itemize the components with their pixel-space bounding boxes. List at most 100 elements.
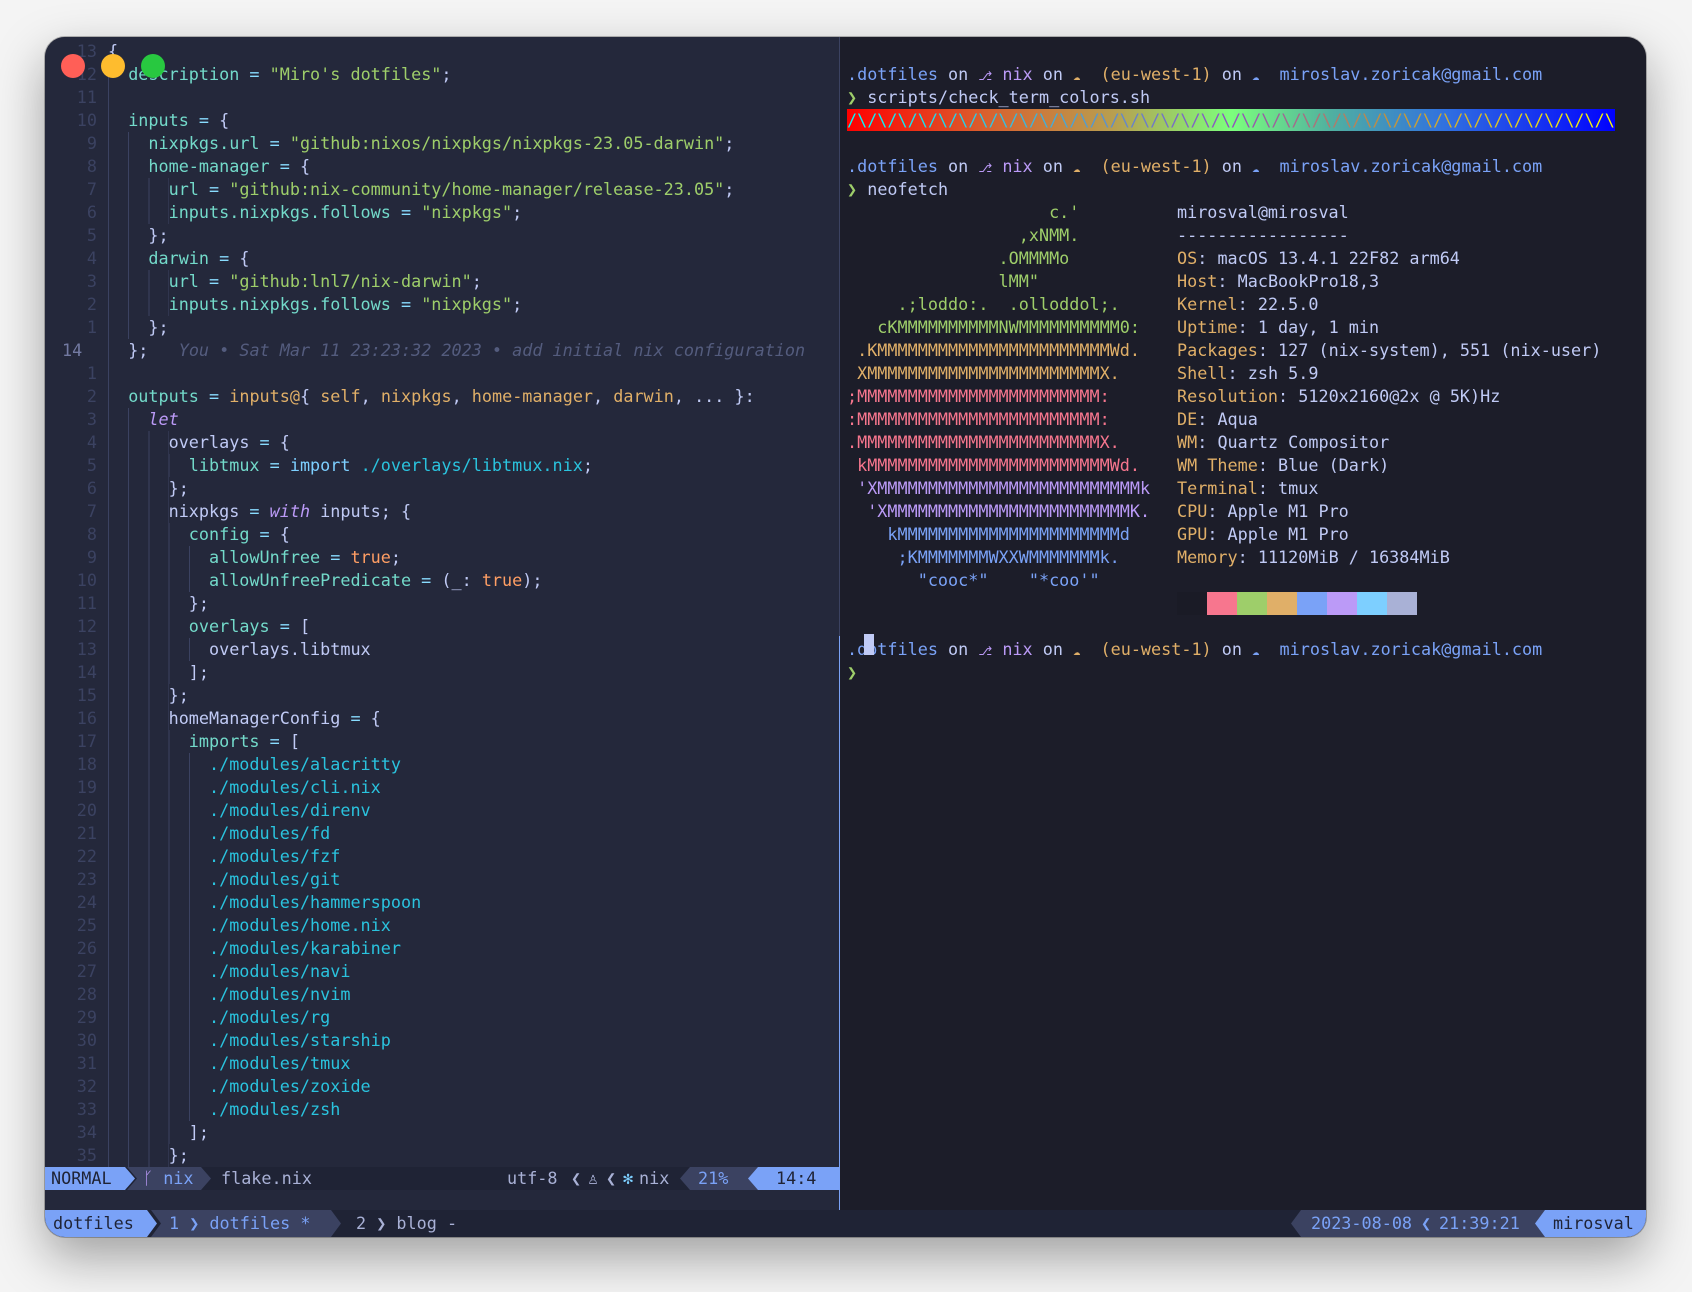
code-token: ./modules/fzf [209,846,341,866]
code-line[interactable]: 25 ./modules/home.nix [45,914,839,937]
code-line[interactable]: 31 ./modules/tmux [45,1052,839,1075]
code-line[interactable]: 11}; [45,592,839,615]
code-token: ./modules/home.nix [209,915,391,935]
code-line[interactable]: 28 ./modules/nvim [45,983,839,1006]
code-token: , [360,386,381,406]
code-line[interactable]: 17 imports = [ [45,730,839,753]
indent-guides [108,224,149,247]
code-line[interactable]: 27 ./modules/navi [45,960,839,983]
neofetch-logo-line: .MMMMMMMMMMMMMMMMMMMMMMMMX. [847,432,1120,452]
code-text: inputs.nixpkgs.follows = "nixpkgs"; [108,293,522,316]
code-line[interactable]: 13 overlays.libtmux [45,638,839,661]
prompt-aws-region: (eu-west-1) [1100,156,1212,176]
code-line[interactable]: 3 url = "github:lnl7/nix-darwin"; [45,270,839,293]
code-line[interactable]: 10 inputs = { [45,109,839,132]
indent-guides [108,983,209,1006]
code-line[interactable]: 1 [45,362,839,385]
code-line[interactable]: 9 nixpkgs.url = "github:nixos/nixpkgs/nix… [45,132,839,155]
code-line[interactable]: 26 ./modules/karabiner [45,937,839,960]
code-line[interactable]: 33 ./modules/zsh [45,1098,839,1121]
code-line[interactable]: 10 allowUnfreePredicate = (_: true); [45,569,839,592]
code-line[interactable]: 14}; You • Sat Mar 11 23:23:32 2023 • ad… [45,339,839,362]
code-line[interactable]: 2 inputs.nixpkgs.follows = "nixpkgs"; [45,293,839,316]
code-text: ./modules/starship [108,1029,391,1052]
code-line[interactable]: 18 ./modules/alacritty [45,753,839,776]
code-token: = [249,524,280,544]
code-token: }; [188,593,210,613]
code-line[interactable]: 13{ [45,40,839,63]
code-token: ./modules/rg [209,1007,331,1027]
code-line[interactable]: 19 ./modules/cli.nix [45,776,839,799]
code-token: ./modules/tmux [209,1053,351,1073]
palette-swatch [1327,592,1357,615]
code-line[interactable]: 29 ./modules/rg [45,1006,839,1029]
code-line[interactable]: 20 ./modules/direnv [45,799,839,822]
shell-prompt: .dotfiles on ⎇ nix on ☁ (eu-west-1) on ☁… [847,63,1542,86]
code-text: ./modules/nvim [108,983,350,1006]
code-line[interactable]: 22 ./modules/fzf [45,845,839,868]
line-number: 14 [76,662,97,682]
git-branch-icon: ⎇ [978,644,993,658]
code-text: ./modules/zsh [108,1098,340,1121]
code-line[interactable]: 8 config = { [45,523,839,546]
code-token: ; [582,455,593,475]
code-line[interactable]: 24 ./modules/hammerspoon [45,891,839,914]
line-number: 6 [86,478,97,498]
code-line[interactable]: 8 home-manager = { [45,155,839,178]
indent-guides [108,270,169,293]
indent-guides [108,316,149,339]
code-line[interactable]: 6}; [45,477,839,500]
code-line[interactable]: 35}; [45,1144,839,1167]
zoom-button[interactable] [141,54,165,78]
indent-guides [108,385,129,408]
code-line[interactable]: 16 homeManagerConfig = { [45,707,839,730]
code-token: ./modules/zoxide [209,1076,371,1096]
code-line[interactable]: 23 ./modules/git [45,868,839,891]
neofetch-logo-line: XMMMMMMMMMMMMMMMMMMMMMMMX. [847,363,1120,383]
code-token: true [481,570,523,590]
code-line[interactable]: 32 ./modules/zoxide [45,1075,839,1098]
prompt-on: on [948,156,969,176]
code-token: { [279,432,290,452]
info-value: MacBookPro18,3 [1237,271,1380,291]
code-line[interactable]: 5 libtmux = import ./overlays/libtmux.nix… [45,454,839,477]
neofetch-rule: ----------------- [1177,225,1349,245]
code-line[interactable]: 4 darwin = { [45,247,839,270]
code-line[interactable]: 5}; [45,224,839,247]
close-button[interactable] [61,54,85,78]
code-token: inputs.nixpkgs.follows [168,294,391,314]
code-line[interactable]: 34]; [45,1121,839,1144]
code-line[interactable]: 12 overlays = [ [45,615,839,638]
code-line[interactable]: 7 nixpkgs = with inputs; { [45,500,839,523]
code-line[interactable]: 4 overlays = { [45,431,839,454]
indent-guides [108,1121,189,1144]
code-line[interactable]: 1}; [45,316,839,339]
code-line[interactable]: 7 url = "github:nix-community/home-manage… [45,178,839,201]
line-number: 33 [76,1099,97,1119]
code-text: imports = [ [108,730,300,753]
code-token: }; [168,478,189,498]
nvim-statusline: NORMAL ᚴ nix flake.nix utf-8 ❮ ♙ ❮ ✻ nix… [45,1167,839,1190]
code-line[interactable]: 6 inputs.nixpkgs.follows = "nixpkgs"; [45,201,839,224]
tmux-window-2[interactable]: 2 ❯ blog - [356,1210,457,1237]
prompt-branch: nix [1002,64,1033,84]
git-branch: ᚴ nix [127,1167,211,1190]
code-line[interactable]: 11 [45,86,839,109]
tmux-window-1[interactable]: 1 ❯ dotfiles * [151,1210,341,1237]
editor-pane[interactable]: 13{12 description = "Miro's dotfiles"; 11 1… [45,37,839,1210]
minimize-button[interactable] [101,54,125,78]
neofetch-logo-line: .;loddo:. .olloddol;. [847,294,1120,314]
line-number: 18 [76,754,97,774]
code-line[interactable]: 2 outputs = inputs@{ self, nixpkgs, home-… [45,385,839,408]
code-line[interactable]: 30 ./modules/starship [45,1029,839,1052]
active-pane-border [839,636,840,1210]
code-token: , [593,386,614,406]
code-line[interactable]: 15}; [45,684,839,707]
code-line[interactable]: 9 allowUnfree = true; [45,546,839,569]
code-token: home-manager [148,156,270,176]
code-line[interactable]: 3 let [45,408,839,431]
code-token: "Miro's dotfiles" [269,64,442,84]
code-line[interactable]: 21 ./modules/fd [45,822,839,845]
code-line[interactable]: 14]; [45,661,839,684]
indent-guides [108,937,209,960]
